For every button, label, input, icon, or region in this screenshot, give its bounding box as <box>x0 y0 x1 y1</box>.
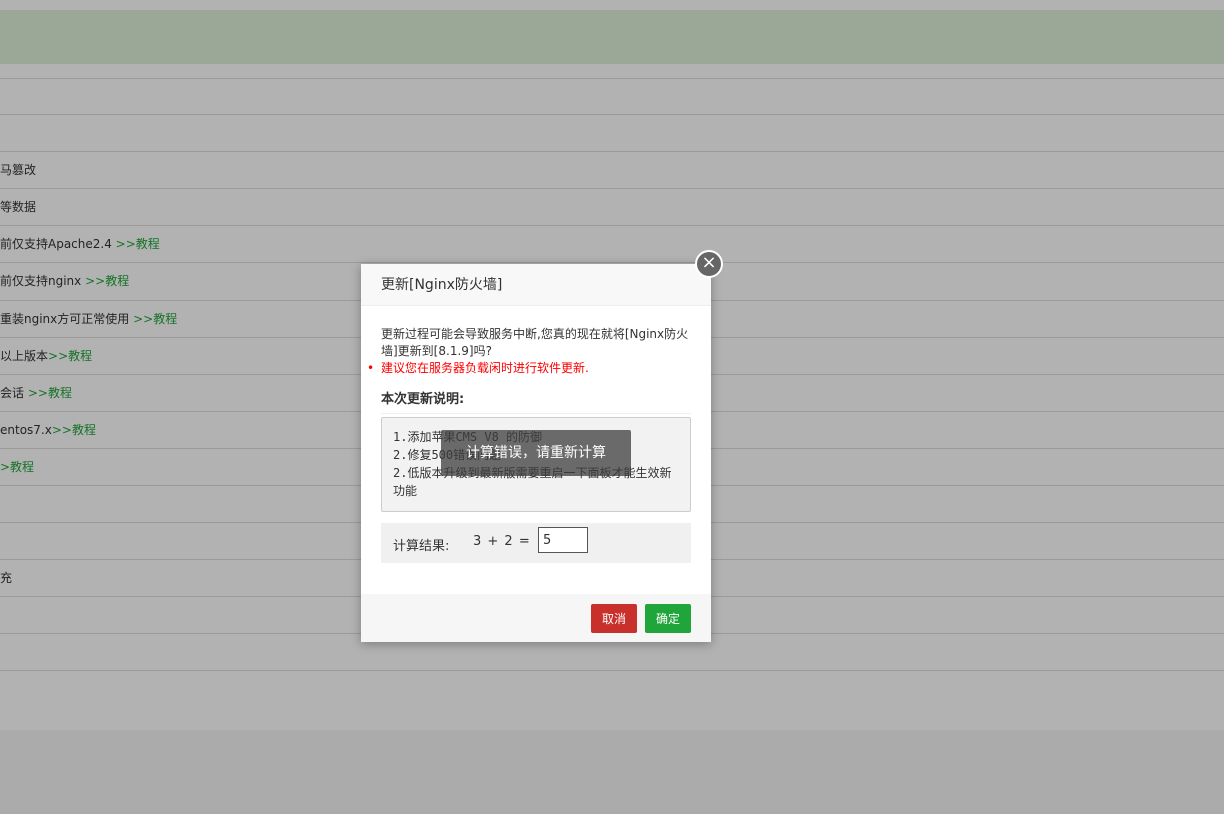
confirm-button[interactable]: 确定 <box>645 604 691 633</box>
bullet-icon: • <box>367 361 375 375</box>
dialog-title: 更新[Nginx防火墙] <box>361 264 711 306</box>
cancel-button[interactable]: 取消 <box>591 604 637 633</box>
warning-text: 建议您在服务器负载闲时进行软件更新. <box>381 361 589 375</box>
confirm-message: 更新过程可能会导致服务中断,您真的现在就将[Nginx防火墙]更新到[8.1.9… <box>381 327 689 358</box>
section-title: 本次更新说明: <box>381 388 691 414</box>
close-icon[interactable]: × <box>695 250 723 278</box>
captcha-expression: 3 + 2 = <box>473 534 531 549</box>
captcha-row: 计算结果: 3 + 2 = <box>381 523 691 563</box>
error-toast: 计算错误，请重新计算 <box>441 430 631 476</box>
update-dialog: 更新[Nginx防火墙] × 更新过程可能会导致服务中断,您真的现在就将[Ngi… <box>361 250 723 642</box>
captcha-label: 计算结果: <box>393 539 450 554</box>
dialog-footer: 取消 确定 <box>361 594 711 642</box>
warning-message: • 建议您在服务器负载闲时进行软件更新. <box>367 360 693 377</box>
captcha-input[interactable] <box>538 527 588 553</box>
